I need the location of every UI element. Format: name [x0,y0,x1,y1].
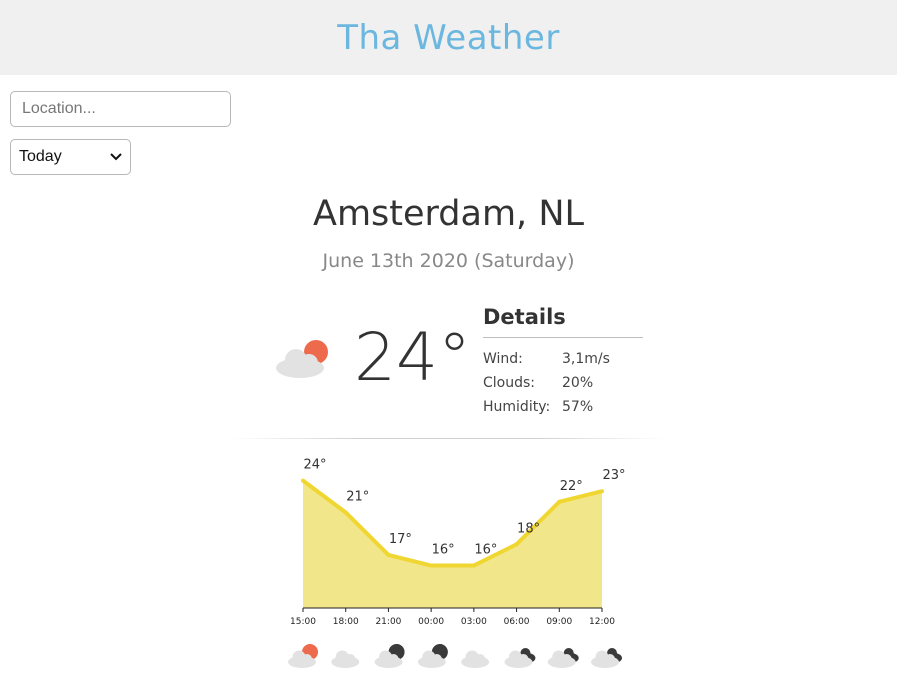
detail-label: Humidity: [483,399,551,415]
temperature-data-label: 24° [303,458,326,473]
app-title: Tha Weather [337,17,560,58]
x-tick-label: 12:00 [589,617,615,627]
temperature-data-label: 16° [432,543,455,558]
broken-clouds-icon [547,648,579,668]
partly-cloudy-day-icon [274,336,334,380]
detail-row-humidity: Humidity: 57% [483,395,643,419]
partly-cloudy-night-icon [374,644,405,668]
temperature-point [429,563,434,568]
current-temperature: 24° [354,319,471,396]
cloud-icon [331,650,360,668]
broken-clouds-icon [591,648,622,668]
temperature-point [514,542,519,547]
temperature-data-label: 18° [517,521,540,536]
section-divider [230,438,667,439]
details-title: Details [483,305,643,338]
broken-clouds-icon [504,648,536,668]
temperature-point [386,552,391,557]
city-name: Amsterdam, NL [313,194,584,234]
temperature-point [471,563,476,568]
cloud-icon [461,650,490,668]
chevron-down-icon [110,150,122,164]
detail-value: 3,1m/s [562,351,610,367]
partly-cloudy-day-icon [288,644,318,668]
detail-row-clouds: Clouds: 20% [483,371,643,395]
period-select[interactable]: Today [10,139,131,175]
temperature-point [557,499,562,504]
x-tick-label: 18:00 [333,617,359,627]
x-tick-label: 09:00 [546,617,572,627]
detail-label: Clouds: [483,375,536,391]
x-tick-label: 15:00 [290,617,316,627]
temperature-data-label: 21° [346,489,369,504]
location-search-input[interactable] [10,91,231,127]
x-tick-label: 21:00 [375,617,401,627]
temperature-point [343,510,348,515]
x-tick-label: 03:00 [461,617,487,627]
period-select-value: Today [19,148,62,165]
temperature-chart: 15:00 24° 18:00 21° 21:00 17° 00:00 16° 03:00 16°… [290,458,625,627]
app-header: Tha Weather [0,0,897,75]
x-tick-label: 00:00 [418,617,444,627]
temperature-data-label: 17° [389,532,412,547]
detail-label: Wind: [483,351,523,367]
temperature-point [600,489,604,494]
detail-row-wind: Wind: 3,1m/s [483,347,643,371]
temperature-point [301,478,305,483]
detail-value: 20% [562,375,594,391]
details-panel: Details Wind: 3,1m/s Clouds: 20% Humidit… [483,305,643,419]
x-tick-label: 06:00 [504,617,530,627]
temperature-data-label: 22° [560,479,583,494]
forecast-icons-row [288,644,622,668]
partly-cloudy-night-icon [417,644,448,668]
detail-value: 57% [562,399,594,415]
temperature-data-label: 16° [474,543,497,558]
forecast-date: June 13th 2020 (Saturday) [322,250,575,272]
temperature-data-label: 23° [602,468,625,483]
